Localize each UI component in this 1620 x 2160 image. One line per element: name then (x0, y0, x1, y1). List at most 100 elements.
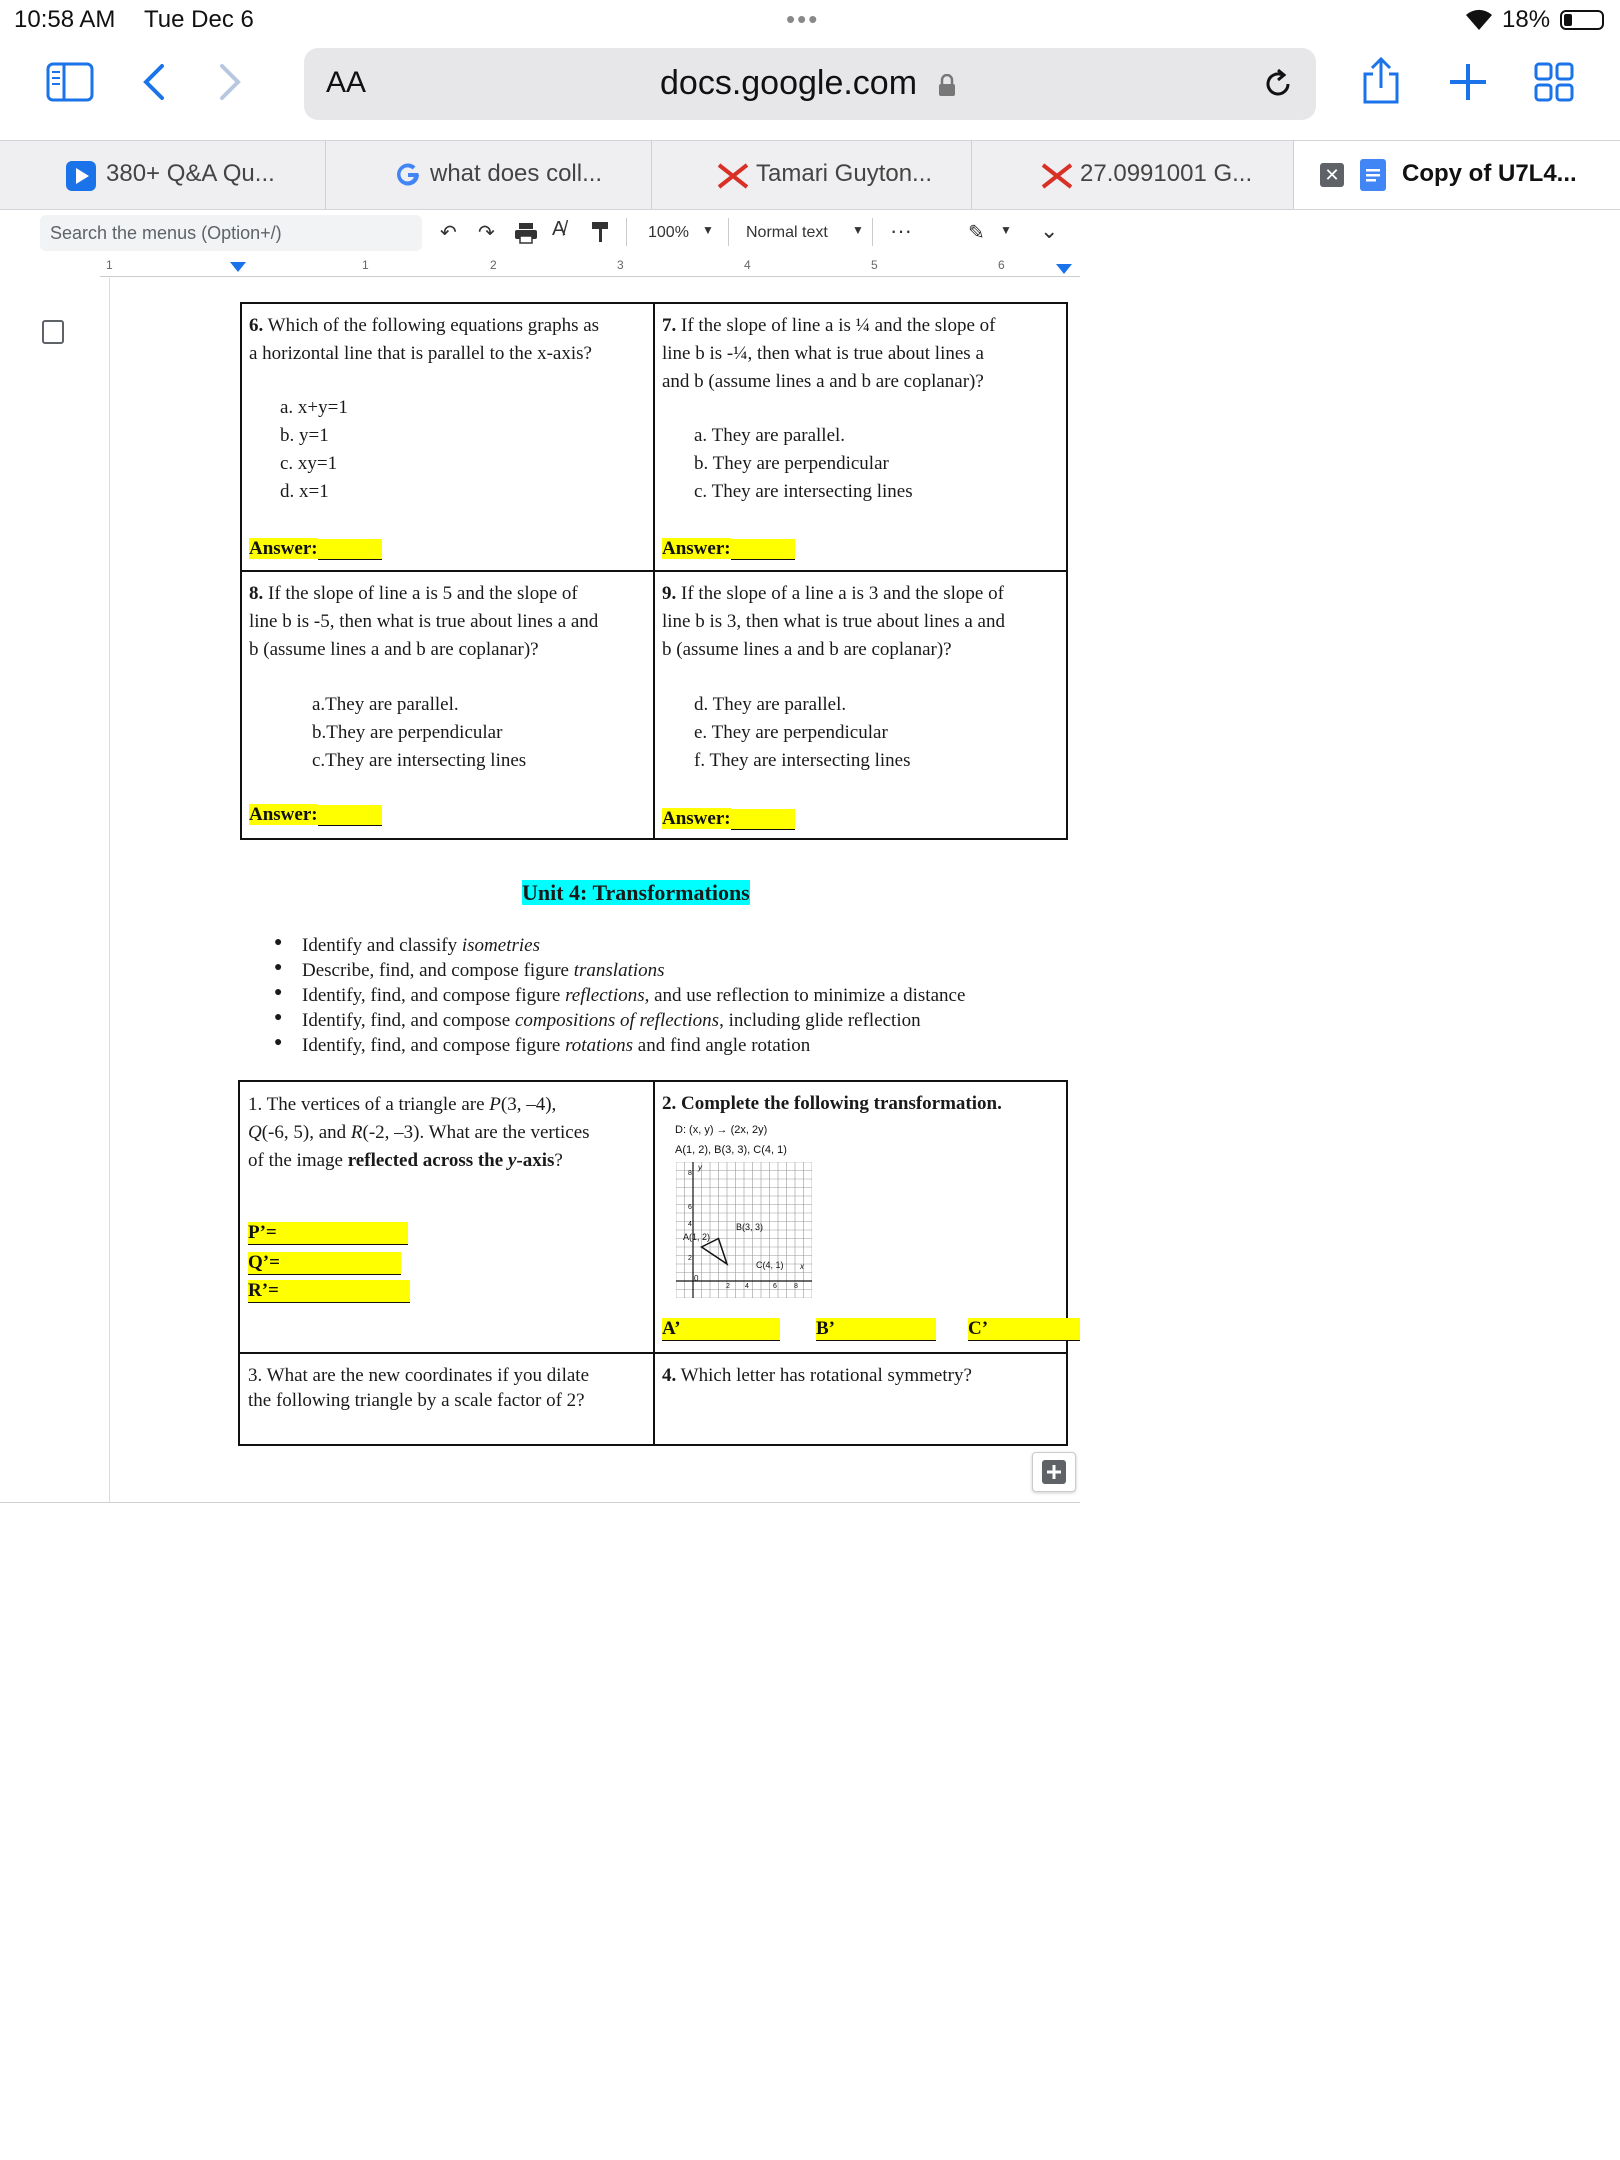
close-tab-icon[interactable]: ✕ (1320, 163, 1344, 187)
y-tick-label: 4 (688, 1221, 692, 1228)
paint-format-icon[interactable] (590, 220, 610, 244)
answer-label: Answer: (662, 808, 731, 829)
address-bar[interactable]: AA docs.google.com (304, 48, 1316, 120)
google-logo-icon (397, 163, 419, 186)
zoom-select[interactable]: 100% (648, 224, 689, 242)
x-tick-label: 2 (726, 1283, 730, 1290)
option: c. They are intersecting lines (694, 481, 913, 502)
point-b-label: B(3, 3) (736, 1222, 764, 1232)
tab-qa[interactable]: 380+ Q&A Qu... (0, 141, 326, 209)
add-comment-button[interactable] (1032, 1452, 1076, 1492)
answer-field[interactable]: Answer: (662, 538, 795, 560)
y-tick-label: 2 (688, 1255, 692, 1262)
more-options-icon[interactable]: ··· (890, 218, 912, 244)
print-icon[interactable] (514, 222, 538, 244)
status-bar: 10:58 AM Tue Dec 6 ••• 18% (0, 0, 1620, 40)
toolbar-divider (728, 218, 729, 246)
ruler-label: 4 (744, 258, 751, 272)
answer-blank[interactable] (317, 805, 382, 826)
origin-label: 0 (694, 1274, 699, 1283)
table-border (653, 302, 655, 840)
share-icon[interactable] (1360, 56, 1402, 106)
y-tick-label: 8 (688, 1170, 692, 1177)
answer-label: P’= (248, 1222, 408, 1245)
transformation-question-3: 3. What are the new coordinates if you d… (248, 1365, 589, 1411)
answer-field-q[interactable]: Q’= (248, 1252, 401, 1275)
tab-label: what does coll... (430, 160, 603, 187)
question-number: 9. (662, 583, 677, 604)
tab-27[interactable]: 27.0991001 G... (972, 141, 1294, 209)
question-7: 7. If the slope of line a is ¼ and the s… (662, 312, 1062, 396)
reload-icon[interactable] (1260, 66, 1296, 102)
objective-item: Identify, find, and compose compositions… (274, 1010, 921, 1032)
objective-item: Identify, find, and compose figure rotat… (274, 1035, 810, 1057)
unit-heading: Unit 4: Transformations (522, 880, 750, 905)
undo-icon[interactable]: ↶ (440, 220, 457, 245)
answer-field-image-points[interactable]: A’ B’ C’ (662, 1318, 1080, 1341)
multitasking-dots-icon[interactable]: ••• (786, 4, 819, 35)
tab-overview-icon[interactable] (1534, 62, 1574, 102)
question-number: 8. (249, 583, 264, 604)
tab-google-search[interactable]: what does coll... (326, 141, 652, 209)
ruler-baseline (100, 276, 1080, 277)
google-docs-icon (1360, 159, 1386, 191)
spellcheck-icon[interactable]: A̸ (552, 218, 565, 241)
new-tab-icon[interactable] (1448, 62, 1488, 102)
answer-blank[interactable] (730, 539, 795, 560)
toolbar-divider (626, 218, 627, 246)
chevron-down-icon[interactable]: ▼ (852, 223, 864, 237)
answer-blank[interactable] (730, 809, 795, 830)
answer-blank[interactable] (317, 539, 382, 560)
ruler-label: 3 (617, 258, 624, 272)
answer-field[interactable]: Answer: (249, 538, 382, 560)
indent-marker-icon[interactable] (230, 262, 246, 274)
table-border (240, 302, 242, 840)
url-text[interactable]: docs.google.com (660, 64, 917, 103)
option: a. x+y=1 (280, 397, 348, 418)
question-9: 9. If the slope of a line a is 3 and the… (662, 580, 1062, 664)
document-gutter (0, 278, 110, 1502)
question-text: a horizontal line that is parallel to th… (249, 343, 592, 364)
tab-bar: 380+ Q&A Qu... what does coll... Tamari … (0, 140, 1620, 210)
objective-item: Identify and classify isometries (274, 935, 540, 957)
document-outline-icon[interactable] (42, 320, 64, 344)
back-icon[interactable] (140, 62, 166, 102)
ruler[interactable]: 1 1 2 3 4 5 6 (90, 258, 1270, 278)
ruler-label: 1 (106, 258, 113, 272)
redo-icon[interactable]: ↷ (478, 220, 495, 245)
wifi-icon (1466, 9, 1492, 30)
option: d. They are parallel. (694, 694, 847, 715)
answer-field-r[interactable]: R’= (248, 1280, 410, 1303)
table-border (238, 1080, 240, 1446)
chevron-down-icon[interactable]: ▼ (1000, 223, 1012, 237)
battery-level (1564, 14, 1572, 26)
editing-mode-icon[interactable]: ✎ (968, 220, 985, 245)
text-size-button[interactable]: AA (326, 66, 366, 100)
x-logo-icon (717, 163, 749, 189)
answer-field-p[interactable]: P’= (248, 1222, 408, 1245)
style-select[interactable]: Normal text (746, 224, 828, 242)
question-6: 6. Which of the following equations grap… (249, 312, 649, 368)
answer-field[interactable]: Answer: (662, 808, 795, 830)
question-text: line b is 3, then what is true about lin… (662, 611, 1005, 632)
option: f. They are intersecting lines (694, 750, 911, 771)
tab-copy-of-u7l4[interactable]: ✕ Copy of U7L4... (1294, 141, 1620, 209)
transformation-question-4: 4. Which letter has rotational symmetry? (662, 1365, 972, 1386)
option: a. They are parallel. (694, 425, 846, 446)
objective-item: Identify, find, and compose figure refle… (274, 985, 965, 1007)
collapse-toolbar-icon[interactable]: ⌄ (1040, 218, 1058, 244)
answer-label: Answer: (662, 538, 731, 559)
tab-label: 27.0991001 G... (1080, 160, 1253, 187)
chevron-down-icon[interactable]: ▼ (702, 223, 714, 237)
right-indent-marker-icon[interactable] (1056, 264, 1072, 276)
tab-label: 380+ Q&A Qu... (106, 160, 275, 187)
option: c. xy=1 (280, 453, 338, 474)
answer-b: B’ (816, 1318, 936, 1341)
answer-label: Answer: (249, 804, 318, 825)
search-menus-input[interactable]: Search the menus (Option+/) (40, 215, 422, 251)
forward-icon[interactable] (218, 62, 244, 102)
answer-field[interactable]: Answer: (249, 804, 382, 826)
tab-tamari[interactable]: Tamari Guyton... (652, 141, 972, 209)
question-text: If the slope of line a is ¼ and the slop… (681, 315, 996, 336)
sidebar-icon[interactable] (46, 62, 94, 102)
